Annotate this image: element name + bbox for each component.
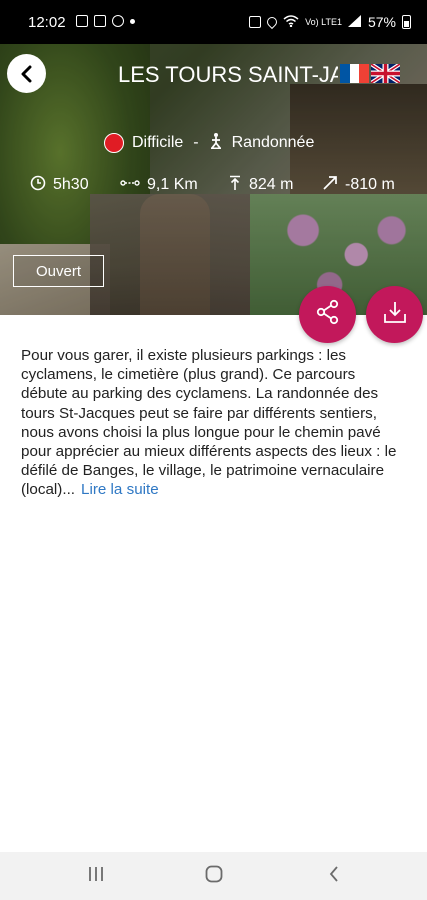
more-notifications-icon <box>130 18 135 24</box>
location-icon <box>265 14 280 30</box>
trail-stats: 5h30 9,1 Km 824 m -810 m <box>30 174 410 196</box>
trail-title: LES TOURS SAINT-JACQUES <box>118 62 338 87</box>
distance-value: 9,1 Km <box>147 176 198 193</box>
home-button[interactable] <box>202 864 226 888</box>
back-button[interactable] <box>7 54 46 93</box>
signal-icon <box>347 14 362 30</box>
home-icon <box>204 864 224 889</box>
download-icon <box>382 299 408 330</box>
elevation-up-icon <box>228 175 249 196</box>
status-bar: 12:02 Vo) LTE1 57% <box>0 0 427 44</box>
notification-icons <box>76 15 135 27</box>
battery-icon <box>402 15 411 29</box>
difficulty-indicator-icon <box>104 133 124 153</box>
chevron-left-icon <box>327 864 341 889</box>
elevation-loss-stat: -810 m <box>322 174 395 196</box>
arrow-left-icon <box>18 65 36 83</box>
battery-percentage: 57% <box>367 14 396 30</box>
status-time: 12:02 <box>28 14 66 31</box>
separator: - <box>193 134 199 151</box>
recent-apps-button[interactable] <box>84 864 108 888</box>
share-button[interactable] <box>299 286 356 343</box>
share-icon <box>315 299 341 330</box>
mail-icon <box>94 15 106 27</box>
elevation-gain-value: 824 m <box>249 176 294 193</box>
clock-icon <box>30 175 53 196</box>
elevation-down-icon <box>322 175 345 196</box>
trail-status-button[interactable]: Ouvert <box>13 255 104 287</box>
lock-icon <box>249 16 262 28</box>
carrier-label: Vo) LTE1 <box>305 16 342 27</box>
description-text: Pour vous garer, il existe plusieurs par… <box>21 347 397 499</box>
elevation-loss-value: -810 m <box>345 176 395 193</box>
flag-france-icon[interactable] <box>340 64 370 83</box>
system-navigation-bar <box>0 852 427 900</box>
hiker-icon <box>209 132 223 154</box>
difficulty-row: Difficile - Randonnée <box>104 132 314 154</box>
wifi-icon <box>283 14 299 30</box>
back-nav-button[interactable] <box>322 864 346 888</box>
read-more-link[interactable]: Lire la suite <box>81 481 159 498</box>
gallery-icon <box>76 15 88 27</box>
system-icons: Vo) LTE1 57% <box>249 14 411 30</box>
distance-stat: 9,1 Km <box>120 174 198 196</box>
download-button[interactable] <box>366 286 423 343</box>
trail-description: Pour vous garer, il existe plusieurs par… <box>21 346 401 500</box>
distance-icon <box>120 176 147 194</box>
elevation-gain-stat: 824 m <box>228 174 293 196</box>
recent-apps-icon <box>86 865 106 888</box>
flag-uk-icon[interactable] <box>369 62 402 85</box>
duration-value: 5h30 <box>53 176 89 193</box>
duration-stat: 5h30 <box>30 174 89 196</box>
app-icon <box>112 15 124 27</box>
activity-label: Randonnée <box>231 134 315 151</box>
difficulty-label: Difficile <box>132 134 184 151</box>
